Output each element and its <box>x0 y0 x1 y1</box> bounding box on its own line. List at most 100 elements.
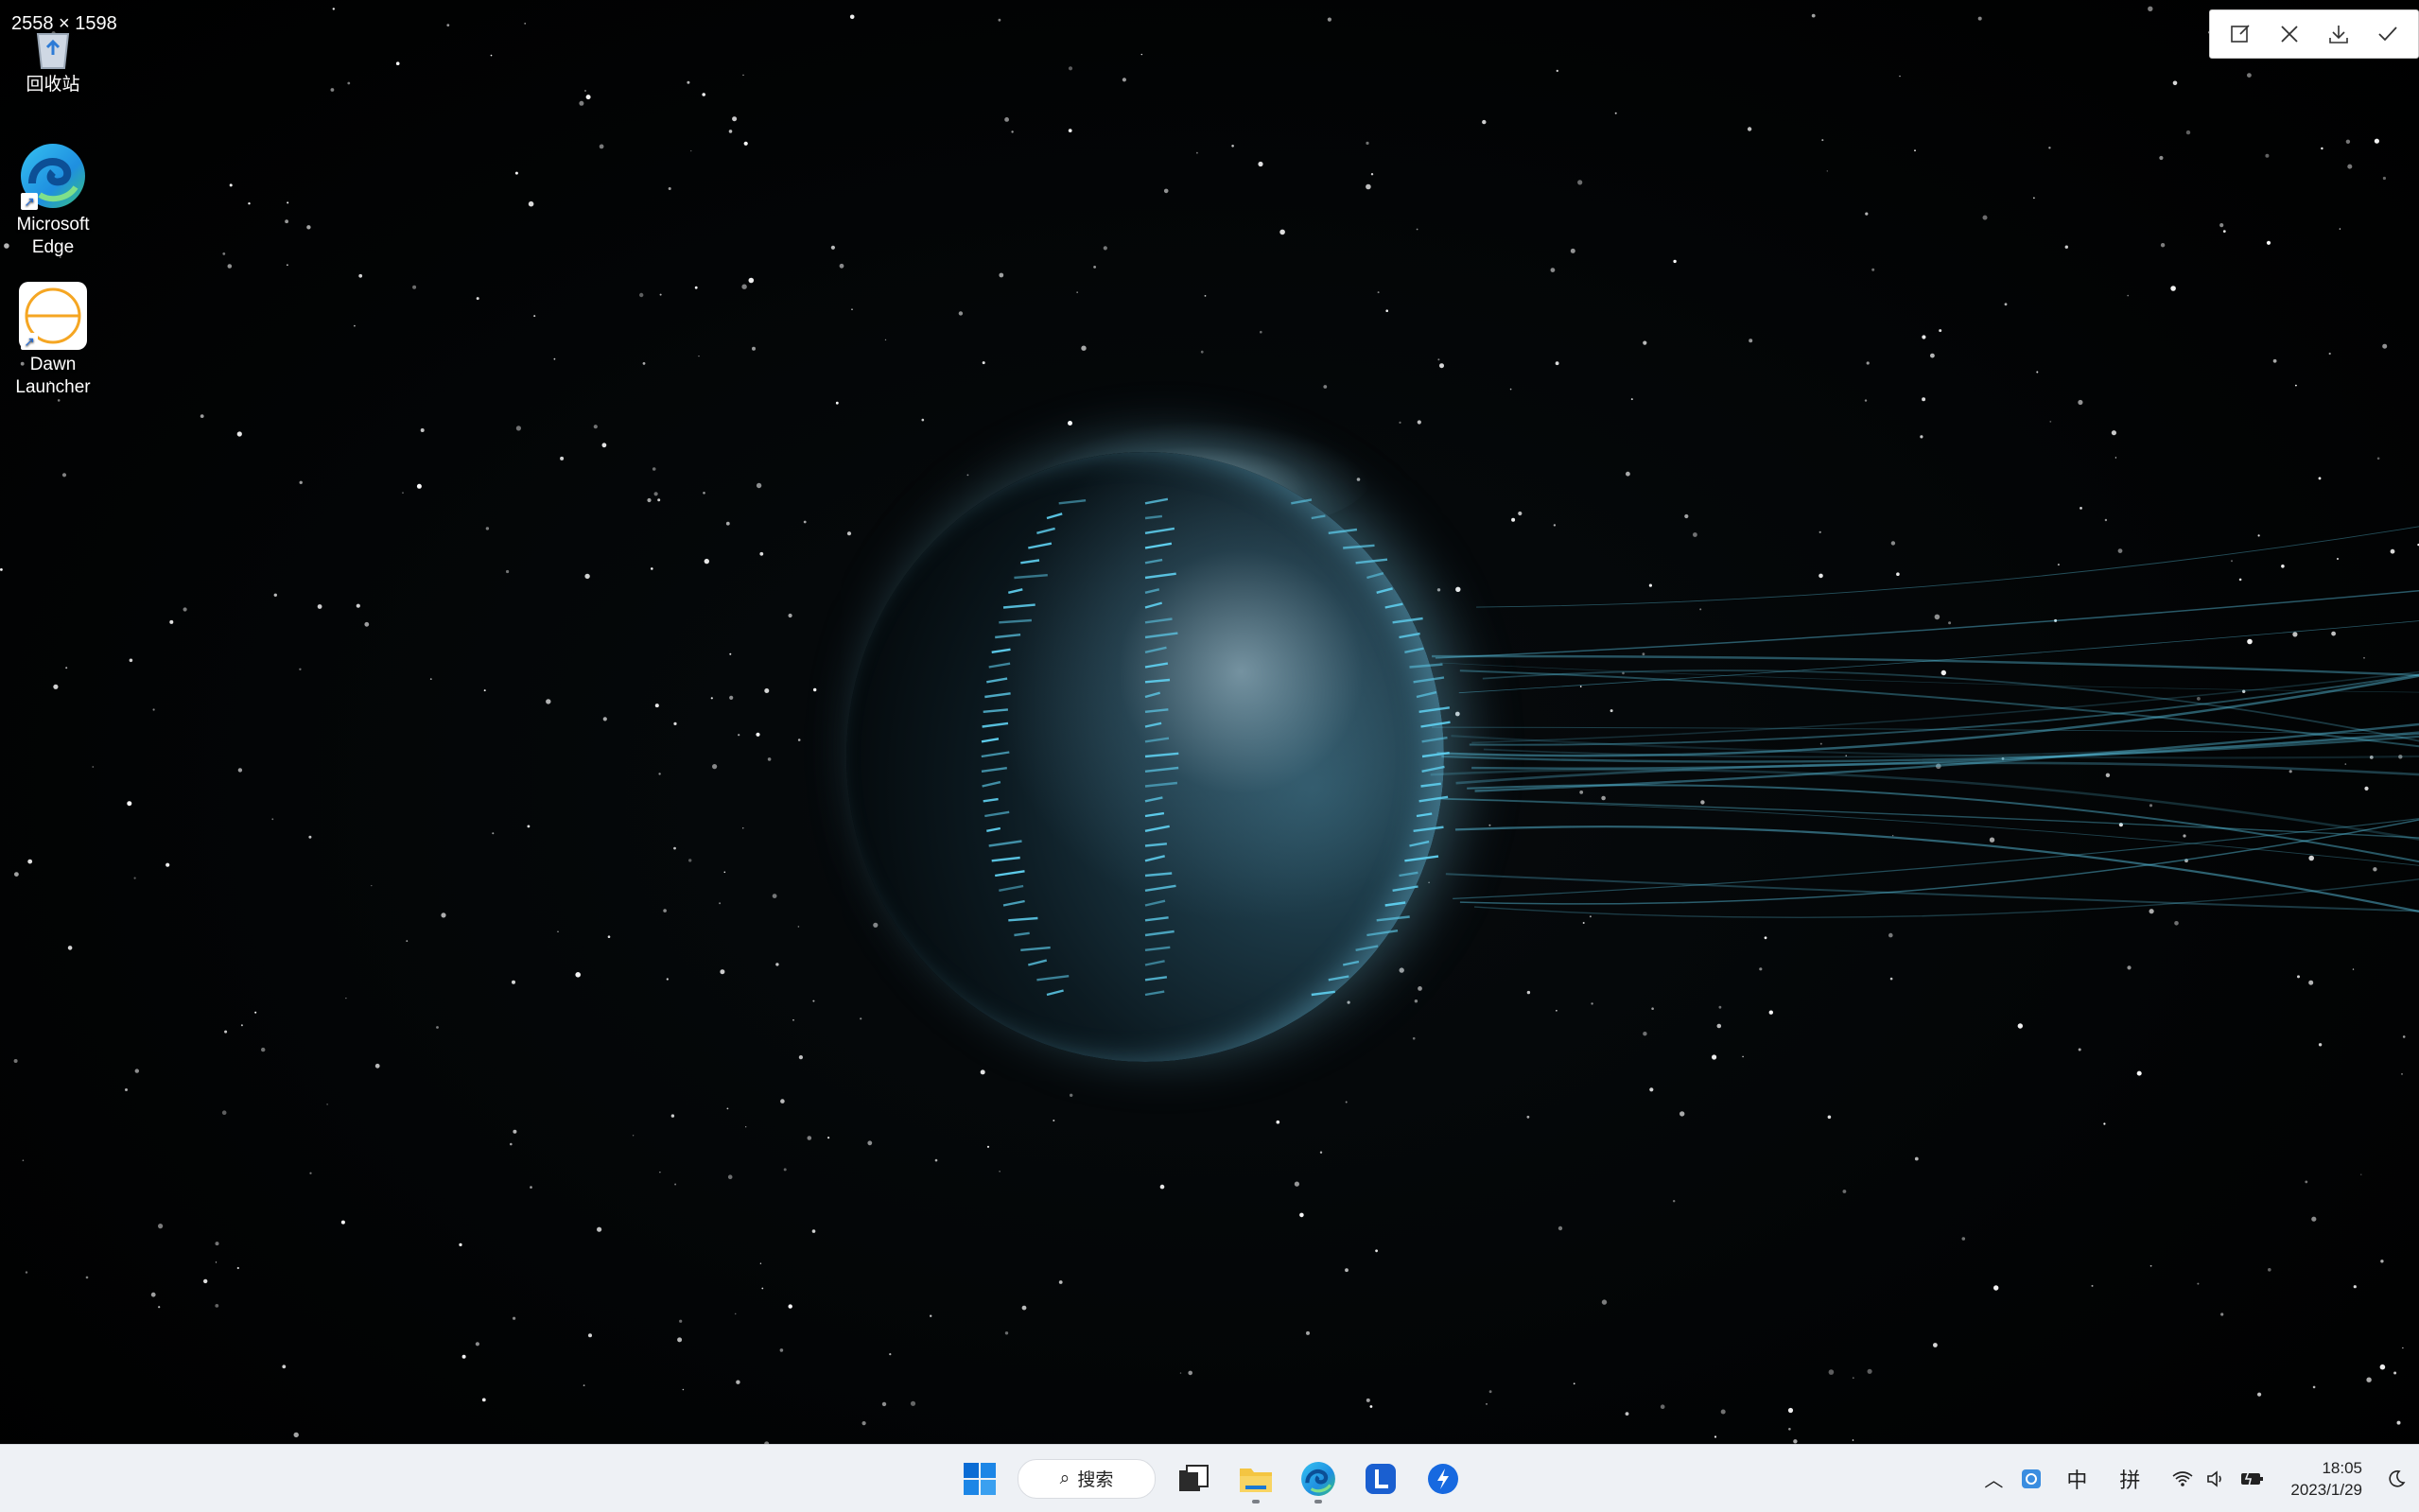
energy-dash <box>1144 946 1171 951</box>
app-blue-button[interactable] <box>1418 1452 1468 1505</box>
energy-dash <box>1366 572 1384 580</box>
desktop-icon-dawn-launcher[interactable]: ↗ Dawn Launcher <box>8 282 98 399</box>
energy-streaks <box>981 497 2419 997</box>
energy-dash <box>1144 601 1163 609</box>
energy-dash <box>1144 542 1173 549</box>
desktop-icon-label: 回收站 <box>26 75 80 95</box>
energy-trail <box>1469 673 2419 746</box>
edit-icon <box>2231 25 2250 43</box>
ime-mode-button[interactable]: 中 <box>2050 1452 2103 1505</box>
energy-dash <box>1144 572 1176 580</box>
search-label: 搜索 <box>1077 1470 1114 1490</box>
energy-dash <box>982 721 1009 728</box>
energy-dash <box>1416 690 1437 699</box>
energy-dash <box>999 618 1032 624</box>
task-view-button[interactable] <box>1169 1452 1218 1505</box>
shortcut-arrow-icon: ↗ <box>21 193 38 210</box>
energy-dash <box>1144 855 1165 862</box>
energy-dash <box>1036 975 1070 982</box>
energy-dash <box>1046 513 1063 520</box>
energy-dash <box>1144 708 1169 713</box>
energy-dash <box>1144 527 1175 534</box>
energy-dash <box>1144 916 1169 922</box>
energy-dash <box>1028 959 1048 966</box>
energy-dash <box>1144 766 1179 773</box>
app-blue-icon <box>1428 1463 1458 1494</box>
dawn-launcher-icon: ↗ <box>19 282 87 350</box>
system-tray: ︿ 中 拼 18:05 2023/1/29 <box>1975 1445 2419 1512</box>
energy-dash <box>1384 901 1406 907</box>
energy-dash <box>1144 514 1163 520</box>
quick-settings-button[interactable] <box>2156 1452 2281 1505</box>
taskbar-search[interactable]: ⌕ 搜索 <box>1018 1458 1156 1499</box>
app-l-icon <box>1366 1463 1396 1494</box>
energy-trail <box>1432 654 2419 677</box>
energy-dash <box>1366 930 1399 937</box>
snip-toolbar <box>2209 9 2419 59</box>
energy-dash <box>1144 976 1168 982</box>
desktop-icon-edge[interactable]: ↗ Microsoft Edge <box>8 142 98 259</box>
energy-dash <box>1144 737 1170 743</box>
edge-taskbar-button[interactable] <box>1294 1452 1343 1505</box>
energy-dash <box>1144 872 1173 878</box>
recycle-bin-icon <box>26 28 79 70</box>
energy-dash <box>1144 558 1163 565</box>
start-button[interactable] <box>955 1452 1004 1505</box>
edge-icon <box>1301 1461 1335 1496</box>
energy-trail <box>1454 826 2419 912</box>
energy-trail <box>1459 669 2419 748</box>
energy-dash <box>991 648 1011 653</box>
volume-icon <box>2207 1469 2222 1487</box>
desktop-icon-recycle-bin[interactable]: 回收站 <box>8 28 98 96</box>
running-indicator <box>1252 1499 1260 1503</box>
energy-dash <box>1311 990 1335 997</box>
energy-dash <box>1328 975 1349 982</box>
energy-dash <box>1036 527 1055 534</box>
energy-dash <box>1409 663 1443 669</box>
clock-date: 2023/1/29 <box>2290 1480 2362 1499</box>
energy-dash <box>1144 632 1178 639</box>
show-hidden-icons-button[interactable]: ︿ <box>1975 1452 2012 1505</box>
energy-dash <box>983 708 1009 713</box>
energy-dash <box>988 840 1022 847</box>
energy-dash <box>1421 736 1448 743</box>
close-button[interactable] <box>2272 17 2306 51</box>
energy-trail <box>1435 589 2419 659</box>
confirm-button[interactable] <box>2371 17 2405 51</box>
wifi-icon <box>2172 1470 2193 1486</box>
tray-app-button[interactable] <box>2012 1452 2050 1505</box>
energy-dash <box>1399 871 1418 878</box>
energy-dash <box>1384 602 1403 609</box>
open-in-editor-button[interactable] <box>2223 17 2257 51</box>
energy-dash <box>1328 528 1358 534</box>
energy-dash <box>1144 796 1163 803</box>
energy-dash <box>1144 811 1165 818</box>
download-button[interactable] <box>2322 17 2356 51</box>
search-icon: ⌕ <box>1059 1468 1070 1488</box>
energy-dash <box>1413 826 1444 832</box>
focus-assist-button[interactable] <box>2374 1452 2419 1505</box>
energy-dash <box>1144 843 1168 847</box>
energy-dash <box>1416 812 1433 818</box>
file-explorer-button[interactable] <box>1231 1452 1280 1505</box>
energy-dash <box>1144 662 1169 669</box>
ime-pinyin-button[interactable]: 拼 <box>2103 1452 2156 1505</box>
energy-dash <box>1399 632 1420 639</box>
energy-dash <box>1420 782 1441 788</box>
energy-trail <box>1467 784 2419 863</box>
app-l-button[interactable] <box>1356 1452 1405 1505</box>
clock[interactable]: 18:05 2023/1/29 <box>2281 1457 2374 1501</box>
energy-dash <box>991 856 1020 862</box>
energy-dash <box>984 810 1010 818</box>
energy-dash <box>1144 588 1160 594</box>
energy-trail <box>1432 798 2419 866</box>
energy-dash <box>1342 960 1360 966</box>
energy-dash <box>988 662 1011 669</box>
tray-app-icon <box>2022 1469 2042 1488</box>
battery-icon <box>2241 1470 2264 1486</box>
energy-dash <box>1144 678 1171 684</box>
energy-dash <box>1413 676 1445 684</box>
energy-dash <box>981 738 1000 743</box>
energy-dash <box>1376 587 1393 594</box>
energy-dash <box>1421 765 1445 773</box>
